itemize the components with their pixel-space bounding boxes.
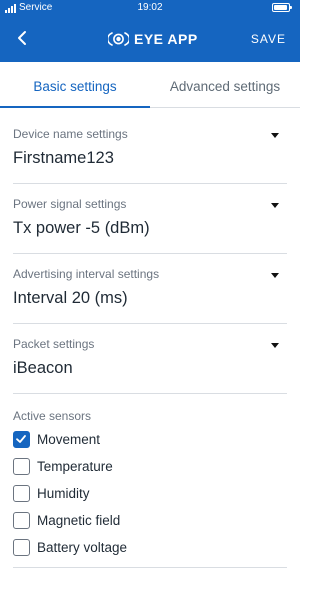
back-button[interactable]	[13, 27, 33, 49]
sensor-battery-voltage[interactable]: Battery voltage	[13, 539, 213, 557]
triangle-down-icon[interactable]	[271, 133, 279, 138]
triangle-down-icon[interactable]	[271, 273, 279, 278]
movement-checkbox[interactable]	[13, 431, 30, 448]
setting-label: Packet settings	[13, 337, 95, 351]
settings-tabs: Basic settings Advanced settings	[0, 62, 300, 108]
power-signal-setting[interactable]: Power signal settings Tx power -5 (dBm)	[13, 184, 287, 254]
setting-value: Firstname123	[13, 149, 114, 167]
status-time: 19:02	[137, 2, 163, 13]
active-tab-indicator	[0, 106, 150, 108]
status-bar: Service 19:02	[0, 0, 300, 16]
packet-setting[interactable]: Packet settings iBeacon	[13, 324, 287, 394]
app-title: EYE APP	[134, 31, 198, 47]
tab-basic-settings[interactable]: Basic settings	[0, 62, 150, 108]
sensor-temperature[interactable]: Temperature	[13, 458, 213, 476]
setting-label: Power signal settings	[13, 197, 127, 211]
triangle-down-icon[interactable]	[271, 203, 279, 208]
humidity-checkbox[interactable]	[13, 485, 30, 502]
magnetic-field-checkbox[interactable]	[13, 512, 30, 529]
active-sensors-label: Active sensors	[13, 409, 92, 423]
app-header: Service 19:02 EYE APP SAVE	[0, 0, 300, 62]
setting-value: Interval 20 (ms)	[13, 289, 128, 307]
eye-logo-icon	[108, 32, 129, 46]
sensor-magnetic-field[interactable]: Magnetic field	[13, 512, 213, 530]
sensor-label: Temperature	[37, 459, 113, 474]
app-logo: EYE APP	[108, 30, 198, 48]
tab-advanced-settings[interactable]: Advanced settings	[150, 62, 300, 108]
setting-label: Device name settings	[13, 127, 128, 141]
sensor-label: Humidity	[37, 486, 90, 501]
setting-label: Advertising interval settings	[13, 267, 160, 281]
sensor-humidity[interactable]: Humidity	[13, 485, 213, 503]
sensor-label: Magnetic field	[37, 513, 121, 528]
setting-value: Tx power -5 (dBm)	[13, 219, 150, 237]
save-button[interactable]: SAVE	[251, 32, 286, 46]
temperature-checkbox[interactable]	[13, 458, 30, 475]
battery-icon	[272, 3, 292, 12]
advertising-interval-setting[interactable]: Advertising interval settings Interval 2…	[13, 254, 287, 324]
chevron-left-icon	[18, 31, 26, 45]
sensor-label: Battery voltage	[37, 540, 128, 555]
sensor-movement[interactable]: Movement	[13, 431, 213, 449]
checkmark-icon	[16, 435, 26, 443]
setting-value: iBeacon	[13, 359, 73, 377]
triangle-down-icon[interactable]	[271, 343, 279, 348]
active-sensors-section: Active sensors Movement Temperature Humi…	[13, 394, 287, 568]
device-name-setting[interactable]: Device name settings Firstname123	[13, 114, 287, 184]
sensor-label: Movement	[37, 432, 101, 447]
battery-voltage-checkbox[interactable]	[13, 539, 30, 556]
